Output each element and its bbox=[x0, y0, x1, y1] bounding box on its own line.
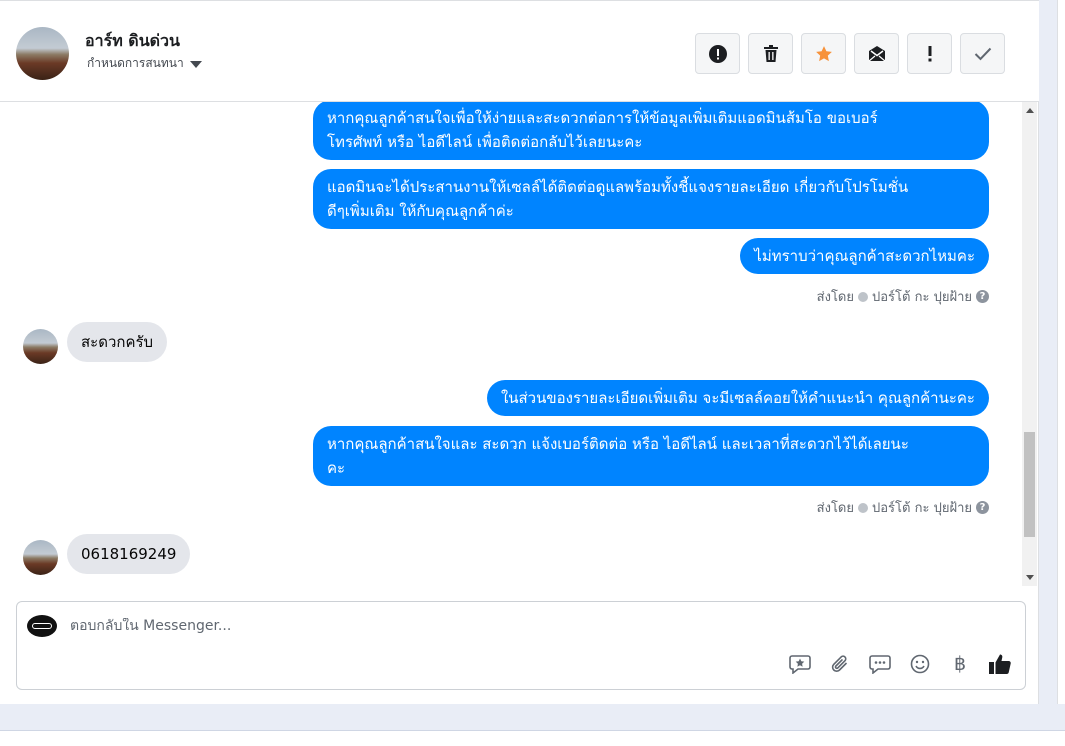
incoming-message[interactable]: สะดวกครับ bbox=[67, 322, 168, 362]
message-line: ดีๆเพิ่มเติม ให้กับคุณลูกค้าค่ะ bbox=[327, 202, 514, 220]
composer-tools: ฿ bbox=[787, 651, 1013, 677]
outgoing-message[interactable]: ไม่ทราบว่าคุณลูกค้าสะดวกไหมคะ bbox=[740, 238, 989, 274]
right-panel-edge bbox=[1057, 0, 1065, 704]
payment-button[interactable]: ฿ bbox=[947, 651, 973, 677]
agent-avatar-icon bbox=[858, 502, 868, 513]
header-actions bbox=[695, 33, 1005, 74]
page-avatar bbox=[27, 615, 57, 637]
sent-by-info: ส่งโดย ปอร์โต้ กะ ปุยฝ้าย ? bbox=[817, 286, 989, 307]
saved-reply-button[interactable] bbox=[787, 651, 813, 677]
sent-by-label: ส่งโดย bbox=[816, 290, 854, 305]
sender-name: ปอร์โต้ กะ ปุยฝ้าย bbox=[872, 501, 972, 516]
message-line: คะ bbox=[327, 459, 346, 477]
done-button[interactable] bbox=[960, 33, 1005, 74]
message-scrollbar[interactable] bbox=[1022, 102, 1037, 586]
message-text: ไม่ทราบว่าคุณลูกค้าสะดวกไหมคะ bbox=[754, 247, 975, 265]
chat-button[interactable] bbox=[867, 651, 893, 677]
attach-icon bbox=[831, 655, 848, 672]
outgoing-message[interactable]: หากคุณลูกค้าสนใจเพื่อให้ง่ายและสะดวกต่อก… bbox=[313, 102, 989, 160]
mail-icon bbox=[868, 46, 885, 62]
contact-avatar[interactable] bbox=[23, 329, 58, 364]
caret-down-icon bbox=[189, 61, 202, 68]
scroll-up-arrow-icon[interactable] bbox=[1026, 108, 1034, 113]
baht-icon: ฿ bbox=[953, 653, 967, 675]
sender-name: ปอร์โต้ กะ ปุยฝ้าย bbox=[872, 290, 972, 305]
contact-avatar[interactable] bbox=[16, 27, 69, 80]
mark-unread-button[interactable] bbox=[854, 33, 899, 74]
scroll-down-arrow-icon[interactable] bbox=[1026, 575, 1034, 580]
message-text: 0618169249 bbox=[81, 545, 177, 563]
contact-name[interactable]: อาร์ท ดินด่วน bbox=[85, 29, 180, 54]
outgoing-message[interactable]: ในส่วนของรายละเอียดเพิ่มเติม จะมีเซลล์คอ… bbox=[486, 380, 989, 416]
scroll-thumb[interactable] bbox=[1024, 432, 1035, 537]
emoji-button[interactable] bbox=[907, 651, 933, 677]
sent-by-info: ส่งโดย ปอร์โต้ กะ ปุยฝ้าย ? bbox=[817, 497, 989, 518]
alert-circle-icon bbox=[708, 44, 727, 63]
agent-avatar-icon bbox=[858, 291, 868, 302]
saved-reply-icon bbox=[789, 655, 811, 674]
contact-avatar[interactable] bbox=[23, 540, 58, 575]
like-button[interactable] bbox=[987, 651, 1013, 677]
help-icon[interactable]: ? bbox=[976, 501, 989, 514]
check-icon bbox=[974, 47, 991, 60]
message-line: แอดมินจะได้ประสานงานให้เซลล์ได้ติดต่อดูแ… bbox=[327, 178, 909, 196]
message-line: หากคุณลูกค้าสนใจและ สะดวก แจ้งเบอร์ติดต่… bbox=[327, 435, 909, 453]
emoji-icon bbox=[910, 654, 930, 674]
attach-button[interactable] bbox=[827, 651, 853, 677]
conversation-status-dropdown[interactable]: กำหนดการสนทนา bbox=[87, 54, 202, 73]
message-text: สะดวกครับ bbox=[81, 333, 154, 351]
help-icon[interactable]: ? bbox=[976, 290, 989, 303]
trash-icon bbox=[763, 45, 778, 62]
message-line: หากคุณลูกค้าสนใจเพื่อให้ง่ายและสะดวกต่อก… bbox=[327, 109, 878, 127]
sent-by-label: ส่งโดย bbox=[816, 501, 854, 516]
like-icon bbox=[989, 654, 1011, 674]
message-text: ในส่วนของรายละเอียดเพิ่มเติม จะมีเซลล์คอ… bbox=[500, 389, 975, 407]
incoming-message[interactable]: 0618169249 bbox=[67, 534, 191, 574]
exclamation-icon bbox=[928, 45, 931, 61]
reply-composer: ฿ bbox=[16, 601, 1026, 690]
outgoing-message[interactable]: แอดมินจะได้ประสานงานให้เซลล์ได้ติดต่อดูแ… bbox=[313, 169, 989, 229]
delete-button[interactable] bbox=[748, 33, 793, 74]
conversation-status-label: กำหนดการสนทนา bbox=[87, 56, 184, 70]
chat-icon bbox=[869, 655, 891, 674]
star-button[interactable] bbox=[801, 33, 846, 74]
message-thread: หากคุณลูกค้าสนใจเพื่อให้ง่ายและสะดวกต่อก… bbox=[0, 102, 1022, 586]
conversation-header: อาร์ท ดินด่วน กำหนดการสนทนา bbox=[0, 0, 1039, 102]
outgoing-message[interactable]: หากคุณลูกค้าสนใจและ สะดวก แจ้งเบอร์ติดต่… bbox=[313, 426, 989, 486]
reply-input[interactable] bbox=[70, 618, 770, 634]
report-button[interactable] bbox=[695, 33, 740, 74]
message-line: โทรศัพท์ หรือ ไอดีไลน์ เพื่อติดต่อกลับไว… bbox=[327, 133, 643, 151]
star-icon bbox=[815, 45, 832, 61]
spam-button[interactable] bbox=[907, 33, 952, 74]
bottom-strip bbox=[0, 730, 1065, 746]
